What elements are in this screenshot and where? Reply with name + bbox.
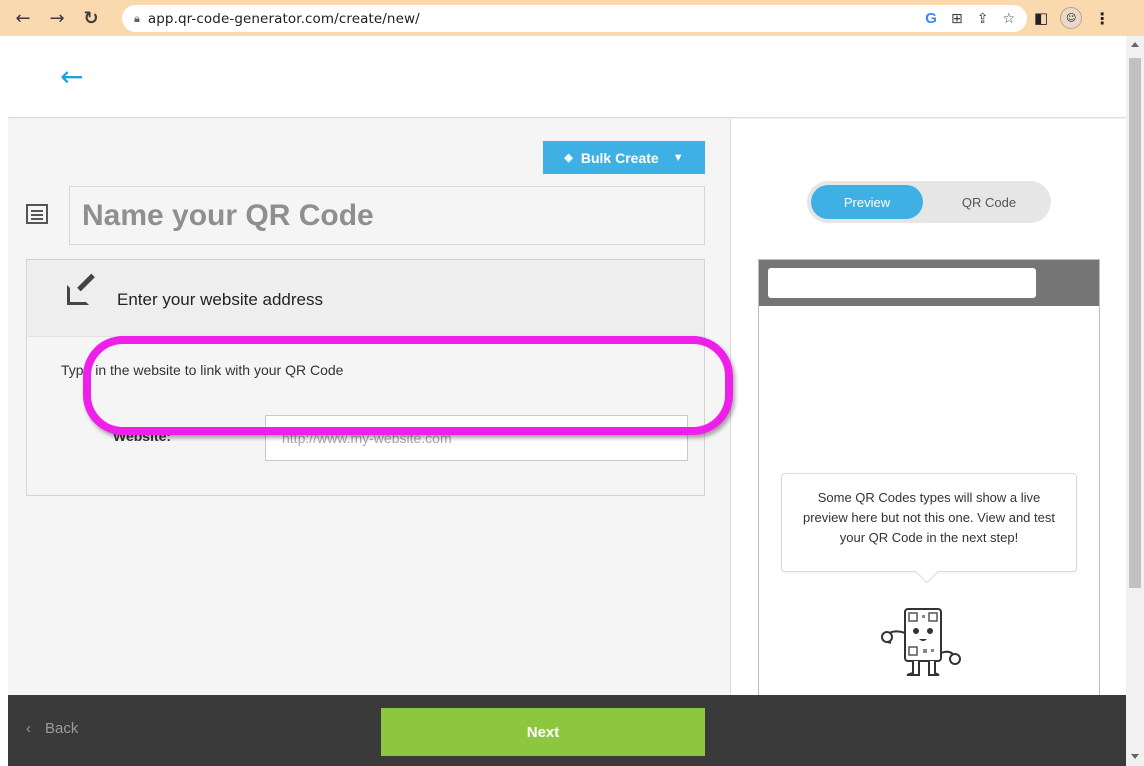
- document-icon: [26, 204, 48, 224]
- create-form-panel: ◈ Bulk Create ▼ Name your QR Code Enter …: [8, 119, 730, 731]
- edit-icon: [67, 285, 89, 305]
- phone-browser-bar: [759, 260, 1099, 306]
- layers-icon: ◈: [564, 152, 573, 164]
- back-button-label: Back: [45, 720, 79, 737]
- top-header: ←: [8, 36, 1126, 118]
- preview-message: Some QR Codes types will show a live pre…: [781, 473, 1077, 572]
- card-description: Type in the website to link with your QR…: [61, 362, 344, 378]
- left-arrow-icon[interactable]: ←: [60, 60, 83, 93]
- bulk-create-label: Bulk Create: [580, 149, 659, 166]
- address-bar-url: app.qr-code-generator.com/create/new/: [147, 10, 420, 27]
- website-label: Website:: [113, 428, 172, 444]
- footer-bar: ‹ Back Next: [8, 695, 1126, 766]
- chevron-down-icon: ▼: [672, 151, 684, 164]
- phone-url-field: [768, 268, 1036, 298]
- tab-qr-code[interactable]: QR Code: [933, 185, 1045, 219]
- scroll-thumb[interactable]: [1129, 58, 1141, 588]
- side-panel-icon[interactable]: ◧: [1034, 9, 1048, 27]
- back-button[interactable]: ‹ Back: [26, 720, 78, 737]
- star-icon[interactable]: ☆: [1002, 11, 1015, 27]
- back-arrow-icon[interactable]: ←: [10, 5, 36, 31]
- phone-preview: Some QR Codes types will show a live pre…: [758, 259, 1100, 739]
- qr-name-placeholder: Name your QR Code: [82, 198, 374, 232]
- card-header: Enter your website address: [27, 260, 704, 337]
- qr-mascot-icon: [881, 608, 961, 676]
- translate-icon[interactable]: ⊞: [951, 11, 963, 27]
- scroll-up-arrow-icon[interactable]: [1131, 42, 1139, 47]
- lock-icon: 🔒︎: [134, 11, 140, 25]
- preview-panel: Preview QR Code Some QR Codes types will…: [730, 119, 1126, 739]
- website-input[interactable]: [265, 415, 688, 461]
- page-content: ← ◈ Bulk Create ▼ Name your QR Code Ente…: [8, 36, 1126, 766]
- forward-arrow-icon[interactable]: →: [44, 5, 70, 31]
- chevron-left-icon: ‹: [26, 720, 31, 737]
- next-button[interactable]: Next: [381, 708, 705, 756]
- scroll-down-arrow-icon[interactable]: [1131, 754, 1139, 759]
- avatar[interactable]: ☺: [1060, 7, 1083, 29]
- menu-icon[interactable]: ⋮: [1094, 9, 1110, 28]
- preview-toggle: Preview QR Code: [807, 181, 1051, 223]
- bulk-create-button[interactable]: ◈ Bulk Create ▼: [543, 141, 705, 174]
- card-title: Enter your website address: [117, 290, 323, 309]
- browser-toolbar: ← → ↻ 🔒︎ app.qr-code-generator.com/creat…: [0, 0, 1144, 36]
- website-card: Enter your website address Type in the w…: [26, 259, 705, 496]
- google-icon[interactable]: G: [925, 10, 937, 27]
- tab-preview[interactable]: Preview: [811, 185, 923, 219]
- share-icon[interactable]: ⇪: [977, 11, 989, 27]
- address-bar[interactable]: 🔒︎ app.qr-code-generator.com/create/new/…: [122, 5, 1027, 32]
- qr-name-input[interactable]: Name your QR Code: [69, 186, 705, 245]
- scrollbar[interactable]: [1126, 36, 1144, 766]
- reload-icon[interactable]: ↻: [78, 5, 104, 31]
